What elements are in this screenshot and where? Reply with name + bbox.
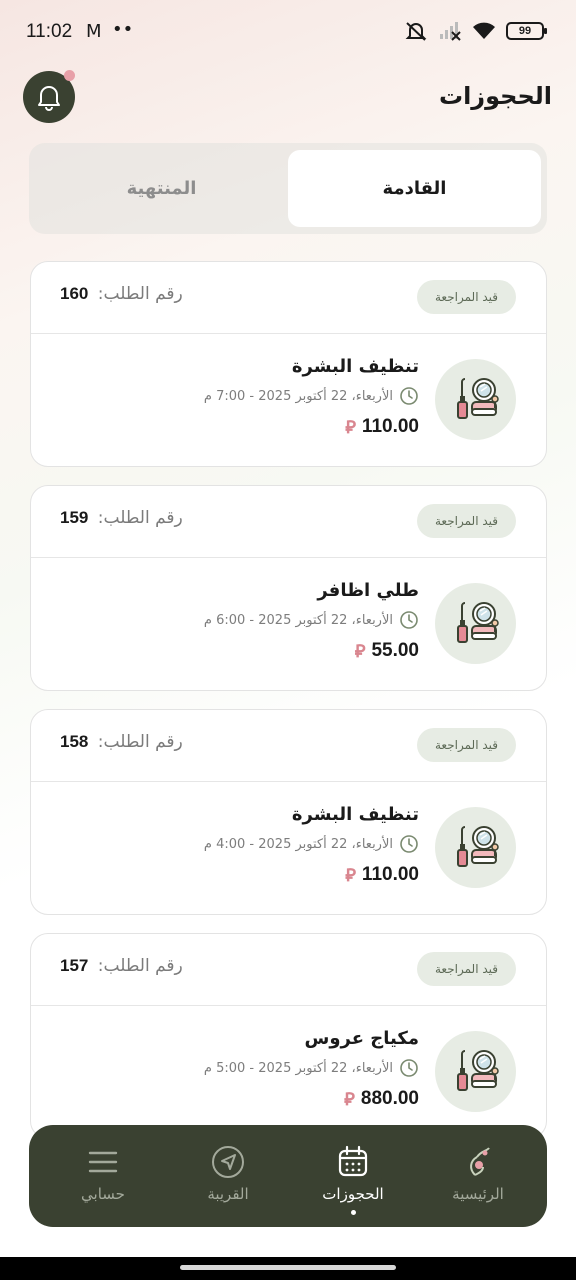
riyal-currency-icon: ⃁	[354, 641, 366, 661]
order-number-value: 158	[60, 732, 89, 751]
booking-datetime: الأربعاء، 22 أكتوبر 2025 - 6:00 م	[204, 610, 419, 630]
nav-account-label: حسابي	[81, 1185, 125, 1203]
nav-home-label: الرئيسية	[452, 1185, 504, 1203]
nav-bookings-label: الحجوزات	[322, 1185, 384, 1203]
makeup-icon	[456, 825, 499, 867]
order-number-value: 160	[60, 284, 89, 303]
service-name: تنظيف البشرة	[291, 804, 419, 825]
order-number-label: رقم الطلب:	[97, 284, 183, 304]
order-number-label: رقم الطلب:	[97, 508, 183, 528]
booking-datetime: الأربعاء، 22 أكتوبر 2025 - 5:00 م	[204, 1058, 419, 1078]
booking-price: 880.00 ⃁	[344, 1087, 419, 1110]
nav-nearby[interactable]: القريبة	[168, 1125, 288, 1227]
service-name: طلي اظافر	[317, 580, 419, 601]
silent-icon	[405, 22, 427, 41]
bookings-tabs: القادمة المنتهية	[29, 143, 547, 234]
status-badge: قيد المراجعة	[417, 728, 516, 762]
order-number-value: 157	[60, 956, 89, 975]
home-logo-icon	[470, 1147, 490, 1176]
booking-card[interactable]: قيد المراجعة رقم الطلب: 157 مكياج عروس ا…	[30, 933, 547, 1139]
booking-card-header: قيد المراجعة رقم الطلب: 157	[31, 934, 546, 1006]
riyal-currency-icon: ⃁	[345, 417, 356, 437]
menu-icon	[88, 1151, 118, 1173]
status-time: 11:02	[26, 21, 73, 42]
status-bar: 11:02 M •• 99	[0, 0, 576, 64]
booking-date-text: الأربعاء، 22 أكتوبر 2025 - 4:00 م	[203, 836, 393, 852]
status-badge: قيد المراجعة	[417, 280, 516, 314]
booking-datetime: الأربعاء، 22 أكتوبر 2025 - 4:00 م	[204, 834, 419, 854]
makeup-icon	[456, 1049, 499, 1091]
status-badge: قيد المراجعة	[417, 952, 516, 986]
makeup-icon	[456, 377, 499, 419]
order-number: رقم الطلب: 160	[60, 284, 183, 304]
signal-icon	[440, 22, 461, 41]
clock-icon	[400, 611, 418, 629]
bell-icon	[38, 86, 60, 111]
wifi-icon	[473, 22, 495, 39]
price-value: 110.00	[361, 863, 419, 885]
booking-price: 110.00 ⃁	[345, 863, 419, 886]
booking-card-header: قيد المراجعة رقم الطلب: 158	[31, 710, 546, 782]
calendar-icon	[338, 1145, 368, 1177]
page-title: الحجوزات	[438, 82, 552, 110]
price-value: 880.00	[360, 1087, 419, 1109]
service-name: تنظيف البشرة	[291, 356, 419, 377]
booking-date-text: الأربعاء، 22 أكتوبر 2025 - 6:00 م	[203, 612, 393, 628]
booking-date-text: الأربعاء، 22 أكتوبر 2025 - 7:00 م	[203, 388, 393, 404]
home-indicator[interactable]	[180, 1265, 396, 1270]
makeup-icon	[456, 601, 499, 643]
clock-icon	[400, 835, 418, 853]
nav-home[interactable]: الرئيسية	[418, 1125, 538, 1227]
riyal-currency-icon: ⃁	[344, 1089, 355, 1109]
order-number: رقم الطلب: 158	[60, 732, 183, 752]
status-badge: قيد المراجعة	[417, 504, 516, 538]
booking-card[interactable]: قيد المراجعة رقم الطلب: 158 تنظيف البشرة	[30, 709, 547, 915]
clock-icon	[400, 1059, 418, 1077]
service-image	[435, 583, 516, 664]
price-value: 55.00	[371, 639, 419, 661]
nav-nearby-label: القريبة	[207, 1185, 249, 1203]
more-notifications-icon: ••	[112, 19, 134, 40]
order-number-label: رقم الطلب:	[97, 956, 183, 976]
service-image	[435, 359, 516, 440]
battery-icon: 99	[506, 22, 547, 40]
notification-badge	[64, 70, 75, 81]
order-number-label: رقم الطلب:	[97, 732, 183, 752]
service-image	[435, 807, 516, 888]
tab-upcoming[interactable]: القادمة	[288, 150, 541, 227]
service-image	[435, 1031, 516, 1112]
active-indicator	[351, 1210, 356, 1215]
nav-bookings[interactable]: الحجوزات	[293, 1125, 413, 1227]
booking-price: 110.00 ⃁	[345, 415, 419, 438]
price-value: 110.00	[361, 415, 419, 437]
order-number: رقم الطلب: 159	[60, 508, 183, 528]
clock-icon	[400, 387, 418, 405]
booking-card-header: قيد المراجعة رقم الطلب: 160	[31, 262, 546, 334]
order-number-value: 159	[60, 508, 89, 527]
booking-datetime: الأربعاء، 22 أكتوبر 2025 - 7:00 م	[204, 386, 419, 406]
navigation-icon	[212, 1146, 244, 1178]
order-number: رقم الطلب: 157	[60, 956, 183, 976]
booking-date-text: الأربعاء، 22 أكتوبر 2025 - 5:00 م	[203, 1060, 393, 1076]
service-name: مكياج عروس	[304, 1028, 419, 1049]
mail-icon: M	[86, 21, 102, 42]
system-icons: 99	[404, 20, 547, 42]
booking-price: 55.00 ⃁	[355, 639, 419, 662]
booking-card[interactable]: قيد المراجعة رقم الطلب: 160 تنظيف البشرة	[30, 261, 547, 467]
bottom-navigation: الرئيسية الحجوزات القريبة حسابي	[29, 1125, 547, 1227]
booking-card[interactable]: قيد المراجعة رقم الطلب: 159 طلي اظافر ال…	[30, 485, 547, 691]
nav-account[interactable]: حسابي	[43, 1125, 163, 1227]
riyal-currency-icon: ⃁	[345, 865, 356, 885]
tab-completed[interactable]: المنتهية	[35, 150, 288, 227]
booking-card-header: قيد المراجعة رقم الطلب: 159	[31, 486, 546, 558]
